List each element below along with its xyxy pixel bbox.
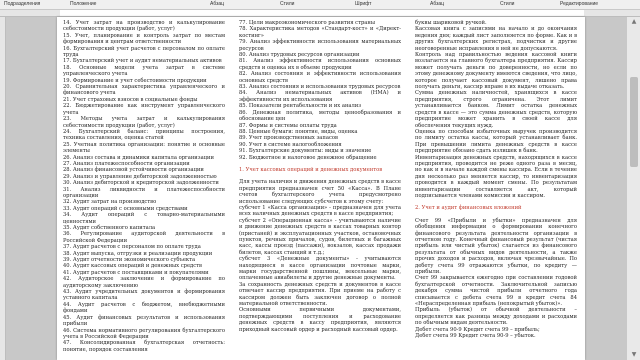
paragraph: 15. Учет, планирование и контроль затрат… [63,32,225,46]
paragraph: 78. Характеристика методов «Стандарт-кос… [239,26,401,39]
paragraph: 43. Аудит учредительных документов и фор… [63,289,225,302]
paragraph: 36. Регулирование аудиторской деятельнос… [63,231,225,244]
vertical-scrollbar[interactable]: ▲ ▼ [626,17,640,360]
text-column-1: 14. Учет затрат на производство и кальку… [63,20,225,353]
paragraph: За сохранность денежных средств и докуме… [239,281,401,308]
paragraph: 26. Анализ состава и динамики капитала о… [63,154,214,161]
vertical-ruler[interactable] [0,17,6,360]
scroll-down-icon[interactable]: ▼ [630,351,638,359]
paragraph: Сумма денежных наличностей, хранящихся в… [415,90,577,129]
paragraph: 44. Аудит расчетов с бюджетом, внебюджет… [63,301,225,315]
ribbon-tab[interactable]: Шрифт [355,0,371,9]
paragraph: 18. Основные модели учета затрат в систе… [63,64,225,78]
paragraph: 31. Анализ ликвидности и платежеспособно… [63,186,225,199]
paragraph: 25. Учетная политика организации: поняти… [63,141,225,155]
paragraph: Основными первичными документами, подтве… [239,307,401,333]
document-page[interactable]: 14. Учет затрат на производство и кальку… [57,17,585,360]
scroll-up-icon[interactable]: ▲ [630,18,638,26]
ribbon-tab[interactable]: Положение [70,0,96,9]
horizontal-ruler[interactable] [0,10,640,17]
scrollbar-thumb[interactable] [630,77,638,167]
paragraph: 79. Анализ эффективности использования м… [239,39,401,52]
paragraph: 23. Методы учета затрат и калькулировани… [63,116,225,129]
paragraph: 17. Бухгалтерский учет и аудит нематериа… [63,58,222,65]
ribbon-tab[interactable]: Абзац [430,0,444,9]
ribbon-tab[interactable]: Подразделения [4,0,40,9]
ribbon: Подразделения Положение Абзац Стили Шриф… [0,0,640,10]
paragraph: Оценка по способам избыточных выручек пр… [415,128,577,155]
paragraph: Счет 99 закрывается ежегодно при составл… [415,275,577,308]
paragraph: 20. Сравнительная характеристика управле… [63,84,225,97]
paragraph: 86. Денежная политика, методы ценообразо… [239,109,401,123]
text-column-3: буквы шариковой ручкой. Кассовая книга с … [415,20,577,340]
paragraph: 24. Бухгалтерский баланс: принципы постр… [63,128,225,142]
paragraph: 37. Аудит расчетов с персоналом по оплат… [63,244,201,251]
ribbon-tab[interactable]: Стили [280,0,294,9]
paragraph: 47. Консолидированная бухгалтерская отче… [63,340,225,353]
paragraph: Дебет счета 99 Кредит счета 90-9 – убыто… [415,333,536,340]
paragraph: субсчет 2 «Операционная касса» - учитыва… [239,217,401,256]
paragraph: 92. Бюджетное и налоговое денежное обращ… [239,154,377,161]
paragraph: 34. Аудит операций с товарно-материальны… [63,212,225,225]
paragraph: субсчет 1 «Касса организации» - предназн… [239,204,401,218]
paragraph: Счет 99 «Прибыли и убытки» предназначен … [415,217,577,276]
paragraph: 30. Анализ дебиторской и кредиторской за… [63,180,219,187]
paragraph: субсчет 3 «Денежные документы» - учитыва… [239,256,401,282]
paragraph: Контроль над правильностью ведения кассо… [415,52,577,91]
paragraph: 45. Аудит финансовых результатов и испол… [63,314,225,328]
paragraph: 42. Аудиторское заключение и формировани… [63,276,225,289]
paragraph: 14. Учет затрат на производство и кальку… [63,20,225,33]
paragraph: 82. Анализ состояния и эффективности исп… [239,71,401,84]
paragraph: Инвентаризация денежных средств, находящ… [415,154,577,199]
paragraph: 46. Система нормативного регулирования б… [63,327,225,340]
text-column-2: 77. Цели макроэкономического развития ст… [239,20,401,333]
paragraph: 81. Анализ эффективности использования о… [239,58,401,71]
paragraph: 40. Аудит кассовых операций и денежных с… [63,263,202,270]
paragraph: Прибыль (убыток) от обычной деятельности… [415,307,577,327]
ribbon-tab[interactable]: Абзац [210,0,224,9]
paragraph: Кассовая книга с записями на начало и до… [415,26,577,52]
section-heading: 1. Учет кассовых операций и денежных док… [239,166,383,173]
ruler-text-area [60,10,584,16]
ribbon-tab[interactable]: Стили [500,0,514,9]
paragraph: Для учета наличия и движения денежных ср… [239,179,401,205]
paragraph: 28. Анализ финансовой устойчивости орган… [63,167,204,174]
ribbon-tab[interactable]: Редактирование [560,0,598,9]
paragraph: 84. Анализ нематериальных активов (НМА) … [239,90,401,103]
paragraph: 22. Бюджетирование как инструмент управл… [63,103,225,116]
paragraph: 16. Бухгалтерский учет расчетов с персон… [63,45,225,59]
